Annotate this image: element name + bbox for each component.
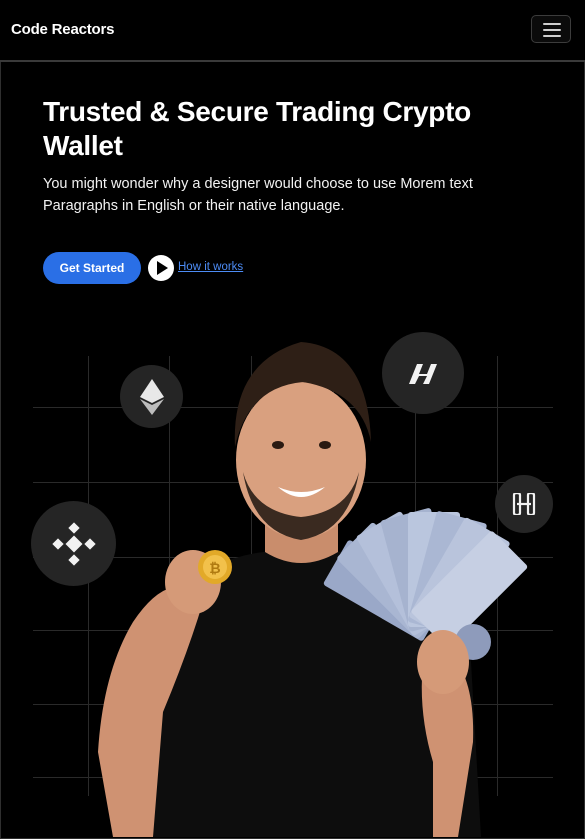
ethereum-coin-badge <box>120 365 183 428</box>
ethereum-icon <box>139 378 164 415</box>
harmony-coin-badge <box>382 332 464 414</box>
svg-text:₿: ₿ <box>209 560 220 576</box>
hamburger-menu-icon <box>543 23 561 25</box>
navbar: Code Reactors <box>0 0 585 62</box>
hero-section: Trusted & Secure Trading Crypto Wallet Y… <box>3 62 582 837</box>
hamburger-menu-button[interactable] <box>531 15 571 43</box>
chainlink-icon <box>512 493 536 515</box>
brand-logo[interactable]: Code Reactors <box>11 21 114 38</box>
binance-icon <box>51 521 96 566</box>
binance-coin-badge <box>31 501 116 586</box>
chainlink-coin-badge <box>495 475 553 533</box>
harmony-icon <box>409 364 437 384</box>
person-holding-money-image: ₿ <box>98 342 528 837</box>
